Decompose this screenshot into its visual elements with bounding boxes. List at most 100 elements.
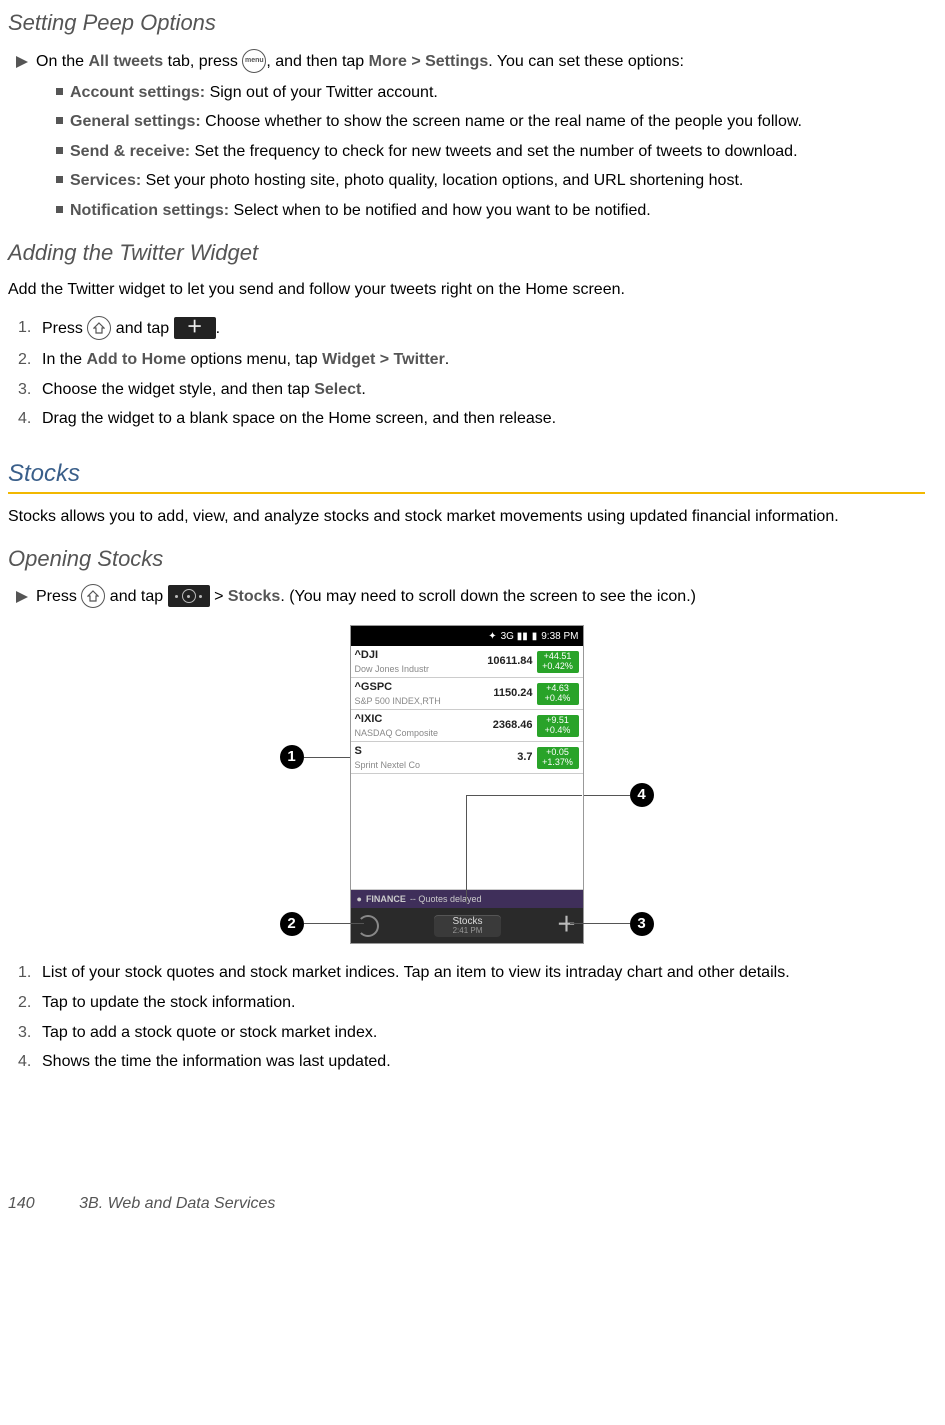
- stock-desc: Sprint Nextel Co: [355, 759, 518, 771]
- text-bold: Widget > Twitter: [322, 351, 445, 368]
- text: Press: [36, 589, 81, 606]
- text: options menu, tap: [186, 351, 322, 368]
- text: .: [216, 320, 220, 337]
- text-bold: Select: [314, 381, 361, 398]
- stock-symbol: S: [355, 744, 518, 759]
- text-bold: Stocks: [228, 589, 280, 606]
- square-bullet-icon: [56, 147, 63, 154]
- callout-1: 1: [280, 745, 304, 769]
- text: .: [445, 351, 449, 368]
- text-bold: Add to Home: [86, 351, 186, 368]
- callout-line: [304, 757, 350, 758]
- apps-button-icon: [168, 585, 210, 607]
- battery-icon: ▮: [532, 630, 538, 644]
- stocks-screenshot-figure: ✦ 3G ▮▮ ▮ 9:38 PM ^DJI Dow Jones Industr…: [8, 625, 925, 944]
- stock-symbol: ^IXIC: [355, 712, 493, 727]
- text: and tap: [105, 589, 167, 606]
- section-divider: [8, 492, 925, 494]
- opening-stocks-instruction: Press and tap > Stocks. (You may need to…: [16, 585, 925, 609]
- finance-note: -- Quotes delayed: [410, 893, 482, 905]
- heading-opening-stocks: Opening Stocks: [8, 544, 925, 574]
- change-badge: +4.63+0.4%: [537, 683, 579, 705]
- stock-desc: S&P 500 INDEX,RTH: [355, 695, 494, 707]
- callout-line: [584, 795, 630, 796]
- yahoo-icon: ●: [357, 893, 362, 905]
- step-number: 1.: [18, 962, 31, 984]
- home-icon: [81, 584, 105, 608]
- empty-area: [351, 774, 583, 890]
- heading-stocks: Stocks: [8, 458, 925, 490]
- stock-price: 10611.84: [487, 654, 532, 669]
- option-label: Send & receive:: [70, 143, 190, 160]
- text-bold: More > Settings: [369, 53, 489, 70]
- stock-price: 3.7: [517, 750, 532, 765]
- stock-row-dji[interactable]: ^DJI Dow Jones Industr 10611.84 +44.51+0…: [351, 646, 583, 678]
- page-footer: 140 3B. Web and Data Services: [8, 1193, 925, 1215]
- stocks-tab[interactable]: Stocks 2:41 PM: [434, 915, 500, 937]
- option-notification-settings: Notification settings: Select when to be…: [56, 200, 925, 222]
- callout-line: [570, 923, 630, 924]
- option-label: Account settings:: [70, 84, 205, 101]
- option-account-settings: Account settings: Sign out of your Twitt…: [56, 82, 925, 104]
- step-number: 4.: [18, 1051, 31, 1073]
- heading-peep-options: Setting Peep Options: [8, 8, 925, 38]
- change-badge: +0.05+1.37%: [537, 747, 579, 769]
- legend-item-1: 1. List of your stock quotes and stock m…: [18, 962, 925, 984]
- legend-text: Tap to update the stock information.: [42, 994, 295, 1011]
- finance-bar: ● FINANCE -- Quotes delayed: [351, 890, 583, 908]
- text: . You can set these options:: [488, 53, 684, 70]
- option-services: Services: Set your photo hosting site, p…: [56, 170, 925, 192]
- square-bullet-icon: [56, 206, 63, 213]
- stock-row-gspc[interactable]: ^GSPC S&P 500 INDEX,RTH 1150.24 +4.63+0.…: [351, 678, 583, 710]
- legend-item-2: 2. Tap to update the stock information.: [18, 992, 925, 1014]
- stock-symbol: ^DJI: [355, 648, 488, 663]
- option-text: Set your photo hosting site, photo quali…: [141, 172, 743, 189]
- callout-line: [304, 923, 364, 924]
- text: and tap: [111, 320, 173, 337]
- gps-icon: ✦: [488, 630, 496, 644]
- add-icon[interactable]: ＋: [556, 912, 576, 939]
- twitter-steps-list: 1. Press and tap ＋. 2. In the Add to Hom…: [18, 317, 925, 430]
- legend-item-3: 3. Tap to add a stock quote or stock mar…: [18, 1022, 925, 1044]
- text: Press: [42, 320, 87, 337]
- page-number: 140: [8, 1195, 35, 1212]
- text: On the: [36, 53, 88, 70]
- stock-desc: NASDAQ Composite: [355, 727, 493, 739]
- text: >: [210, 589, 228, 606]
- stock-desc: Dow Jones Industr: [355, 663, 488, 675]
- text: .: [361, 381, 365, 398]
- section-title: 3B. Web and Data Services: [79, 1195, 275, 1212]
- twitter-intro-text: Add the Twitter widget to let you send a…: [8, 279, 925, 301]
- option-text: Choose whether to show the screen name o…: [201, 113, 802, 130]
- option-label: Notification settings:: [70, 202, 229, 219]
- option-general-settings: General settings: Choose whether to show…: [56, 111, 925, 133]
- opening-stocks-line: Press and tap > Stocks. (You may need to…: [16, 585, 925, 609]
- square-bullet-icon: [56, 88, 63, 95]
- text: , and then tap: [266, 53, 368, 70]
- option-text: Select when to be notified and how you w…: [229, 202, 651, 219]
- option-text: Sign out of your Twitter account.: [205, 84, 438, 101]
- callout-line: [466, 795, 467, 903]
- peep-options-list: Account settings: Sign out of your Twitt…: [56, 82, 925, 222]
- refresh-icon[interactable]: [357, 915, 379, 937]
- status-bar: ✦ 3G ▮▮ ▮ 9:38 PM: [351, 626, 583, 646]
- option-label: Services:: [70, 172, 141, 189]
- callout-2: 2: [280, 912, 304, 936]
- legend-item-4: 4. Shows the time the information was la…: [18, 1051, 925, 1073]
- step-number: 2.: [18, 349, 31, 371]
- heading-twitter-widget: Adding the Twitter Widget: [8, 238, 925, 268]
- square-bullet-icon: [56, 117, 63, 124]
- stocks-intro-text: Stocks allows you to add, view, and anal…: [8, 506, 925, 528]
- menu-icon: menu: [242, 49, 266, 73]
- stock-row-s[interactable]: S Sprint Nextel Co 3.7 +0.05+1.37%: [351, 742, 583, 774]
- phone-frame: ✦ 3G ▮▮ ▮ 9:38 PM ^DJI Dow Jones Industr…: [350, 625, 584, 944]
- legend-text: Tap to add a stock quote or stock market…: [42, 1024, 377, 1041]
- stock-price: 2368.46: [493, 718, 533, 733]
- text: tab, press: [163, 53, 242, 70]
- change-badge: +9.51+0.4%: [537, 715, 579, 737]
- stocks-callout-legend: 1. List of your stock quotes and stock m…: [18, 962, 925, 1072]
- option-send-receive: Send & receive: Set the frequency to che…: [56, 141, 925, 163]
- stock-row-ixic[interactable]: ^IXIC NASDAQ Composite 2368.46 +9.51+0.4…: [351, 710, 583, 742]
- step-number: 3.: [18, 1022, 31, 1044]
- twitter-step-3: 3. Choose the widget style, and then tap…: [18, 379, 925, 401]
